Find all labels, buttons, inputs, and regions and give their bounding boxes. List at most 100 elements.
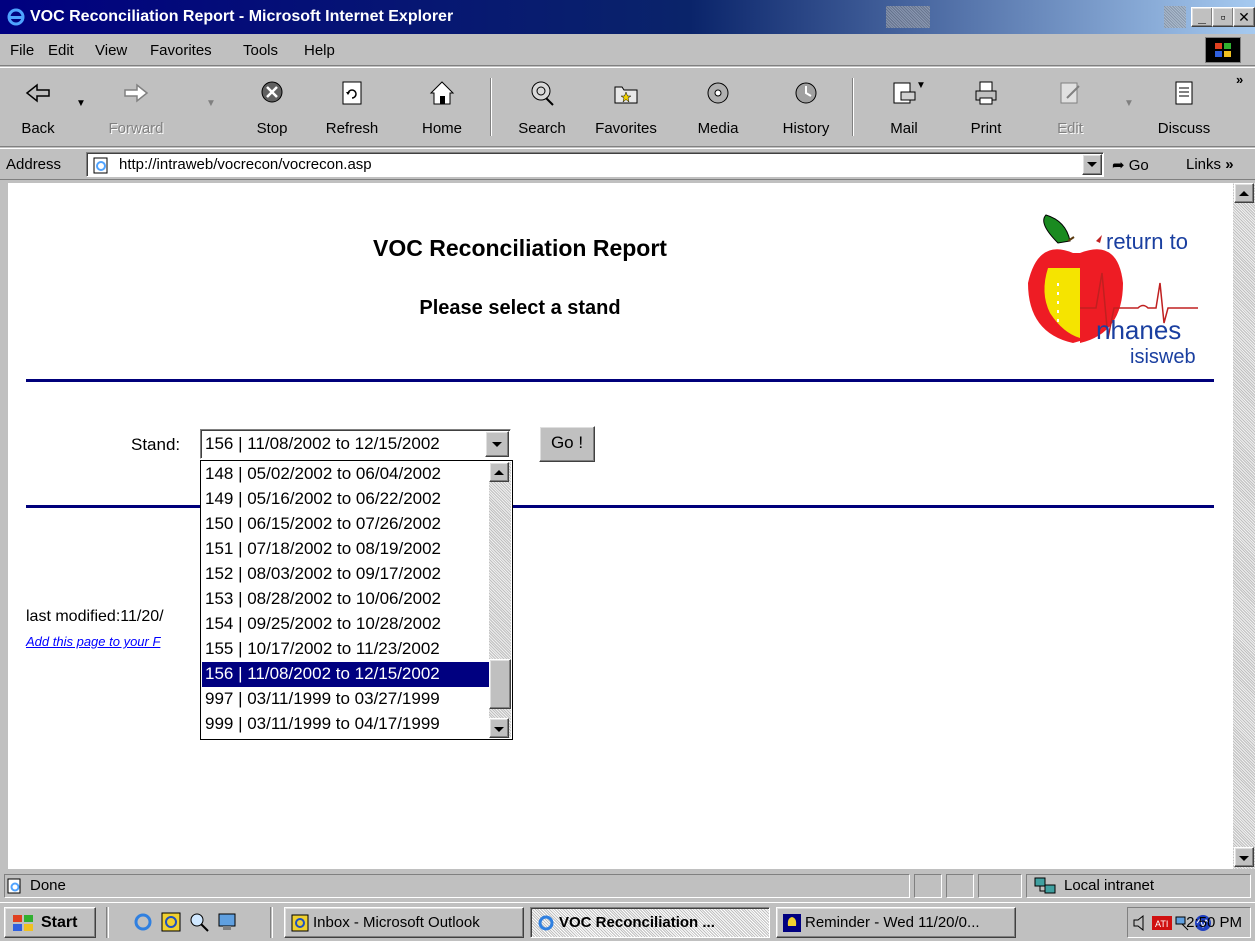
- toolbar: Back ▼ Forward ▼ Stop Refresh Home Searc…: [0, 67, 1255, 147]
- media-icon: [707, 82, 729, 104]
- edit-dropdown-icon[interactable]: ▼: [1124, 98, 1134, 109]
- dropdown-scroll-up-button[interactable]: [489, 462, 509, 482]
- stand-select-dropdown-button[interactable]: [485, 431, 509, 457]
- scroll-up-button[interactable]: [1234, 183, 1254, 203]
- back-button[interactable]: Back: [0, 74, 76, 140]
- home-icon: [429, 81, 455, 105]
- horizontal-rule: [26, 379, 1214, 382]
- last-modified-text: last modified:11/20/: [26, 608, 164, 625]
- toolbar-separator: [490, 78, 492, 136]
- history-icon: [795, 82, 817, 104]
- menu-edit[interactable]: Edit: [48, 42, 74, 59]
- logo-text: isisweb: [1130, 346, 1196, 368]
- task-outlook[interactable]: Inbox - Microsoft Outlook: [284, 907, 524, 938]
- media-button[interactable]: Media: [680, 74, 756, 140]
- links-chevron-icon: »: [1225, 156, 1234, 173]
- taskbar-separator: [106, 907, 109, 938]
- history-button[interactable]: History: [768, 74, 844, 140]
- stand-option[interactable]: 999 | 03/11/1999 to 04/17/1999: [202, 712, 489, 737]
- address-label: Address: [6, 156, 62, 173]
- local-intranet-icon: [1034, 877, 1056, 894]
- mail-button[interactable]: Mail: [866, 74, 942, 140]
- stand-option[interactable]: 155 | 10/17/2002 to 11/23/2002: [202, 637, 489, 662]
- taskbar-separator: [270, 907, 273, 938]
- mail-dropdown-icon[interactable]: ▼: [916, 80, 926, 91]
- stand-option[interactable]: 156 | 11/08/2002 to 12/15/2002: [202, 662, 489, 687]
- reminder-bell-icon: [783, 914, 801, 932]
- links-button[interactable]: Links »: [1186, 156, 1234, 173]
- stand-option[interactable]: 148 | 05/02/2002 to 06/04/2002: [202, 462, 489, 487]
- ie-quicklaunch-icon[interactable]: [132, 911, 154, 933]
- search-icon: [531, 81, 554, 106]
- discuss-button[interactable]: Discuss: [1146, 74, 1222, 140]
- outlook-icon: [291, 914, 309, 932]
- stand-select[interactable]: 156 | 11/08/2002 to 12/15/2002: [200, 429, 511, 459]
- stand-option[interactable]: 151 | 07/18/2002 to 08/19/2002: [202, 537, 489, 562]
- start-button[interactable]: Start: [4, 907, 96, 938]
- menu-favorites[interactable]: Favorites: [150, 42, 212, 59]
- menu-bar: File Edit View Favorites Tools Help: [0, 34, 1255, 66]
- return-to-nhanes-logo[interactable]: return to nhanes isisweb: [1018, 213, 1208, 373]
- back-arrow-icon: [25, 83, 50, 103]
- back-dropdown-icon[interactable]: ▼: [76, 98, 86, 109]
- dropdown-scroll-down-button[interactable]: [489, 718, 509, 738]
- stand-option[interactable]: 149 | 05/16/2002 to 06/22/2002: [202, 487, 489, 512]
- address-dropdown-button[interactable]: [1082, 154, 1102, 175]
- stand-option[interactable]: 152 | 08/03/2002 to 09/17/2002: [202, 562, 489, 587]
- add-to-favorites-link[interactable]: Add this page to your F: [26, 634, 160, 649]
- restore-button[interactable]: ▫: [1212, 7, 1234, 27]
- stand-dropdown-list[interactable]: 148 | 05/02/2002 to 06/04/2002 149 | 05/1…: [200, 460, 513, 740]
- refresh-button[interactable]: Refresh: [314, 74, 390, 140]
- search-quicklaunch-icon[interactable]: [188, 911, 210, 933]
- windows-logo-icon: [1205, 37, 1241, 63]
- status-pane: [914, 874, 942, 898]
- scroll-down-button[interactable]: [1234, 847, 1254, 867]
- stand-option[interactable]: 150 | 06/15/2002 to 07/26/2002: [202, 512, 489, 537]
- title-dither: [886, 6, 930, 28]
- system-tray: ATI 2:50 PM: [1127, 907, 1251, 938]
- stand-option[interactable]: 997 | 03/11/1999 to 03/27/1999: [202, 687, 489, 712]
- go-button[interactable]: ➦ Go: [1112, 156, 1149, 174]
- menu-file[interactable]: File: [10, 42, 34, 59]
- logo-text: nhanes: [1096, 315, 1181, 345]
- status-bar: Done Local intranet: [0, 871, 1255, 901]
- task-voc-reconciliation[interactable]: VOC Reconciliation ...: [530, 907, 770, 938]
- forward-dropdown-icon[interactable]: ▼: [206, 98, 216, 109]
- minimize-button[interactable]: _: [1191, 7, 1213, 27]
- go-arrow-icon: ➦: [1112, 157, 1129, 174]
- address-input[interactable]: http://intraweb/vocrecon/vocrecon.asp: [86, 152, 1104, 177]
- desktop-quicklaunch-icon[interactable]: [216, 911, 238, 933]
- forward-button[interactable]: Forward: [98, 74, 174, 140]
- go-submit-button[interactable]: Go !: [539, 426, 595, 462]
- home-button[interactable]: Home: [404, 74, 480, 140]
- window-title: VOC Reconciliation Report - Microsoft In…: [30, 8, 454, 25]
- menu-tools[interactable]: Tools: [243, 42, 278, 59]
- outlook-quicklaunch-icon[interactable]: [160, 911, 182, 933]
- favorites-folder-icon: [614, 86, 638, 104]
- close-button[interactable]: ✕: [1233, 7, 1255, 27]
- menu-view[interactable]: View: [95, 42, 127, 59]
- favorites-button[interactable]: Favorites: [588, 74, 664, 140]
- dropdown-scroll-thumb[interactable]: [489, 659, 511, 709]
- svg-text:ATI: ATI: [1155, 919, 1168, 929]
- ati-icon[interactable]: ATI: [1152, 914, 1172, 932]
- search-button[interactable]: Search: [504, 74, 580, 140]
- stand-option[interactable]: 153 | 08/28/2002 to 10/06/2002: [202, 587, 489, 612]
- volume-icon[interactable]: [1132, 914, 1150, 932]
- stand-option[interactable]: 154 | 09/25/2002 to 10/28/2002: [202, 612, 489, 637]
- menu-help[interactable]: Help: [304, 42, 335, 59]
- mail-icon: [893, 82, 916, 104]
- page-subtitle: Please select a stand: [419, 297, 621, 319]
- page-scrollbar[interactable]: [1233, 183, 1255, 869]
- toolbar-chevron-icon[interactable]: »: [1236, 72, 1243, 87]
- dropdown-scrollbar[interactable]: [489, 462, 511, 738]
- edit-page-icon: [1060, 82, 1080, 104]
- stop-button[interactable]: Stop: [234, 74, 310, 140]
- status-pane: [978, 874, 1022, 898]
- edit-button[interactable]: Edit: [1032, 74, 1108, 140]
- title-bar: VOC Reconciliation Report - Microsoft In…: [0, 0, 1255, 34]
- task-reminder[interactable]: Reminder - Wed 11/20/0...: [776, 907, 1016, 938]
- print-button[interactable]: Print: [948, 74, 1024, 140]
- taskbar: Start Inbox - Microsoft Outlook VOC Reco…: [0, 902, 1255, 941]
- logo-text: return to: [1106, 229, 1188, 254]
